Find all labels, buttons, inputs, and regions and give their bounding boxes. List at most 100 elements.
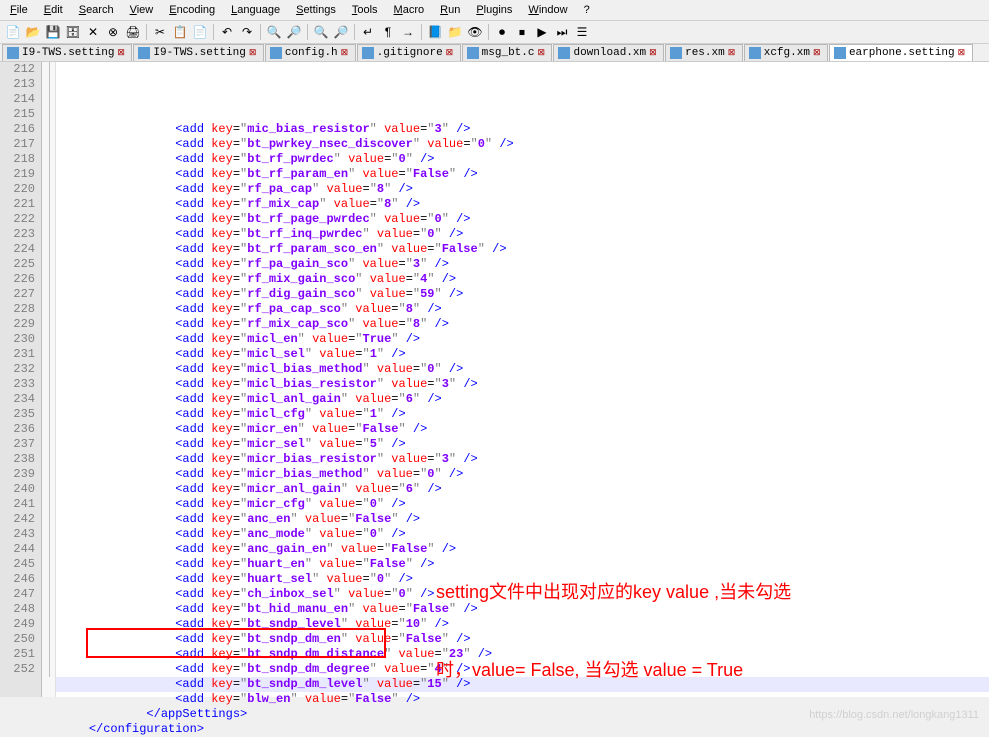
menu-search[interactable]: Search xyxy=(73,2,120,18)
code-line[interactable]: <add key="micr_anl_gain" value="6" /> xyxy=(56,482,989,497)
fold-marker[interactable] xyxy=(42,347,55,362)
folder-button[interactable]: 📁 xyxy=(446,23,464,41)
code-line[interactable]: <add key="bt_rf_page_pwrdec" value="0" /… xyxy=(56,212,989,227)
menu-view[interactable]: View xyxy=(124,2,160,18)
code-line[interactable]: <add key="rf_mix_cap_sco" value="8" /> xyxy=(56,317,989,332)
code-line[interactable]: <add key="rf_mix_gain_sco" value="4" /> xyxy=(56,272,989,287)
indent-guide-button[interactable]: → xyxy=(399,23,417,41)
copy-button[interactable]: 📋 xyxy=(171,23,189,41)
show-all-button[interactable]: ¶ xyxy=(379,23,397,41)
fold-marker[interactable] xyxy=(42,482,55,497)
code-line[interactable]: <add key="rf_mix_cap" value="8" /> xyxy=(56,197,989,212)
code-line[interactable]: <add key="rf_pa_cap_sco" value="8" /> xyxy=(56,302,989,317)
replace-button[interactable]: 🔎 xyxy=(285,23,303,41)
code-line[interactable]: <add key="bt_rf_pwrdec" value="0" /> xyxy=(56,152,989,167)
fold-marker[interactable] xyxy=(42,107,55,122)
menu-macro[interactable]: Macro xyxy=(388,2,431,18)
tab-0[interactable]: I9-TWS.setting⊠ xyxy=(2,44,132,61)
fold-marker[interactable] xyxy=(42,182,55,197)
fold-marker[interactable] xyxy=(42,62,55,77)
fold-column[interactable] xyxy=(42,62,56,697)
fold-marker[interactable] xyxy=(42,527,55,542)
menu-language[interactable]: Language xyxy=(225,2,286,18)
save-button[interactable]: 💾 xyxy=(44,23,62,41)
code-line[interactable]: <add key="ch_inbox_sel" value="0" /> xyxy=(56,587,989,602)
fold-marker[interactable] xyxy=(42,212,55,227)
fold-marker[interactable] xyxy=(42,332,55,347)
code-line[interactable]: <add key="bt_rf_param_sco_en" value="Fal… xyxy=(56,242,989,257)
code-line[interactable]: <add key="bt_pwrkey_nsec_discover" value… xyxy=(56,137,989,152)
fold-marker[interactable] xyxy=(42,467,55,482)
fold-marker[interactable] xyxy=(42,572,55,587)
find-button[interactable]: 🔍 xyxy=(265,23,283,41)
fold-marker[interactable] xyxy=(42,602,55,617)
tab-close-icon[interactable]: ⊠ xyxy=(249,48,259,58)
code-line[interactable]: <add key="micr_bias_method" value="0" /> xyxy=(56,467,989,482)
fold-marker[interactable] xyxy=(42,152,55,167)
code-line[interactable]: <add key="bt_sndp_dm_distance" value="23… xyxy=(56,647,989,662)
print-button[interactable]: 🖨 xyxy=(124,23,142,41)
tab-3[interactable]: .gitignore⊠ xyxy=(357,44,461,61)
code-line[interactable]: <add key="mic_bias_resistor" value="3" /… xyxy=(56,122,989,137)
fold-marker[interactable] xyxy=(42,257,55,272)
monitor-button[interactable]: 👁 xyxy=(466,23,484,41)
menu-settings[interactable]: Settings xyxy=(290,2,342,18)
menu-tools[interactable]: Tools xyxy=(346,2,384,18)
fold-marker[interactable] xyxy=(42,122,55,137)
code-line[interactable]: <add key="micl_sel" value="1" /> xyxy=(56,347,989,362)
code-line[interactable]: <add key="micl_cfg" value="1" /> xyxy=(56,407,989,422)
paste-button[interactable]: 📄 xyxy=(191,23,209,41)
menu-encoding[interactable]: Encoding xyxy=(163,2,221,18)
undo-button[interactable]: ↶ xyxy=(218,23,236,41)
code-content[interactable]: setting文件中出现对应的key value ,当未勾选 时，value= … xyxy=(56,62,989,697)
tab-close-icon[interactable]: ⊠ xyxy=(813,48,823,58)
fold-marker[interactable] xyxy=(42,227,55,242)
tab-close-icon[interactable]: ⊠ xyxy=(117,48,127,58)
fold-marker[interactable] xyxy=(42,287,55,302)
tab-close-icon[interactable]: ⊠ xyxy=(537,48,547,58)
code-line[interactable]: <add key="micl_bias_resistor" value="3" … xyxy=(56,377,989,392)
fold-marker[interactable] xyxy=(42,302,55,317)
fold-marker[interactable] xyxy=(42,437,55,452)
tab-close-icon[interactable]: ⊠ xyxy=(341,48,351,58)
fold-marker[interactable] xyxy=(42,77,55,92)
tab-4[interactable]: msg_bt.c⊠ xyxy=(462,44,553,61)
code-line[interactable]: <add key="micr_en" value="False" /> xyxy=(56,422,989,437)
fold-marker[interactable] xyxy=(42,647,55,662)
zoom-in-button[interactable]: 🔍 xyxy=(312,23,330,41)
new-file-button[interactable]: 📄 xyxy=(4,23,22,41)
code-line[interactable]: <add key="micr_sel" value="5" /> xyxy=(56,437,989,452)
tab-close-icon[interactable]: ⊠ xyxy=(958,48,968,58)
tab-close-icon[interactable]: ⊠ xyxy=(728,48,738,58)
fold-marker[interactable] xyxy=(42,512,55,527)
code-line[interactable]: <add key="huart_en" value="False" /> xyxy=(56,557,989,572)
fold-marker[interactable] xyxy=(42,452,55,467)
code-line[interactable]: <add key="anc_en" value="False" /> xyxy=(56,512,989,527)
menu-window[interactable]: Window xyxy=(522,2,573,18)
record-button[interactable]: ⏺ xyxy=(493,23,511,41)
menu-?[interactable]: ? xyxy=(578,2,596,18)
tab-8[interactable]: earphone.setting⊠ xyxy=(829,44,973,61)
fold-marker[interactable] xyxy=(42,317,55,332)
fold-marker[interactable] xyxy=(42,632,55,647)
code-line[interactable]: <add key="bt_rf_param_en" value="False" … xyxy=(56,167,989,182)
fold-marker[interactable] xyxy=(42,197,55,212)
fold-marker[interactable] xyxy=(42,272,55,287)
tab-2[interactable]: config.h⊠ xyxy=(265,44,356,61)
code-line[interactable]: <add key="bt_hid_manu_en" value="False" … xyxy=(56,602,989,617)
tab-1[interactable]: I9-TWS.setting⊠ xyxy=(133,44,263,61)
tab-close-icon[interactable]: ⊠ xyxy=(649,48,659,58)
code-line[interactable]: <add key="rf_pa_cap" value="8" /> xyxy=(56,182,989,197)
menu-file[interactable]: File xyxy=(4,2,34,18)
wrap-button[interactable]: ↵ xyxy=(359,23,377,41)
code-line[interactable]: <add key="micr_bias_resistor" value="3" … xyxy=(56,452,989,467)
zoom-out-button[interactable]: 🔎 xyxy=(332,23,350,41)
code-line[interactable]: </configuration> xyxy=(56,722,989,737)
code-line[interactable]: <add key="rf_pa_gain_sco" value="3" /> xyxy=(56,257,989,272)
code-line[interactable]: <add key="micl_bias_method" value="0" /> xyxy=(56,362,989,377)
close-button[interactable]: ✕ xyxy=(84,23,102,41)
fold-marker[interactable] xyxy=(42,617,55,632)
code-line[interactable]: <add key="bt_sndp_dm_en" value="False" /… xyxy=(56,632,989,647)
code-line[interactable]: <add key="micr_cfg" value="0" /> xyxy=(56,497,989,512)
tab-7[interactable]: xcfg.xm⊠ xyxy=(744,44,828,61)
